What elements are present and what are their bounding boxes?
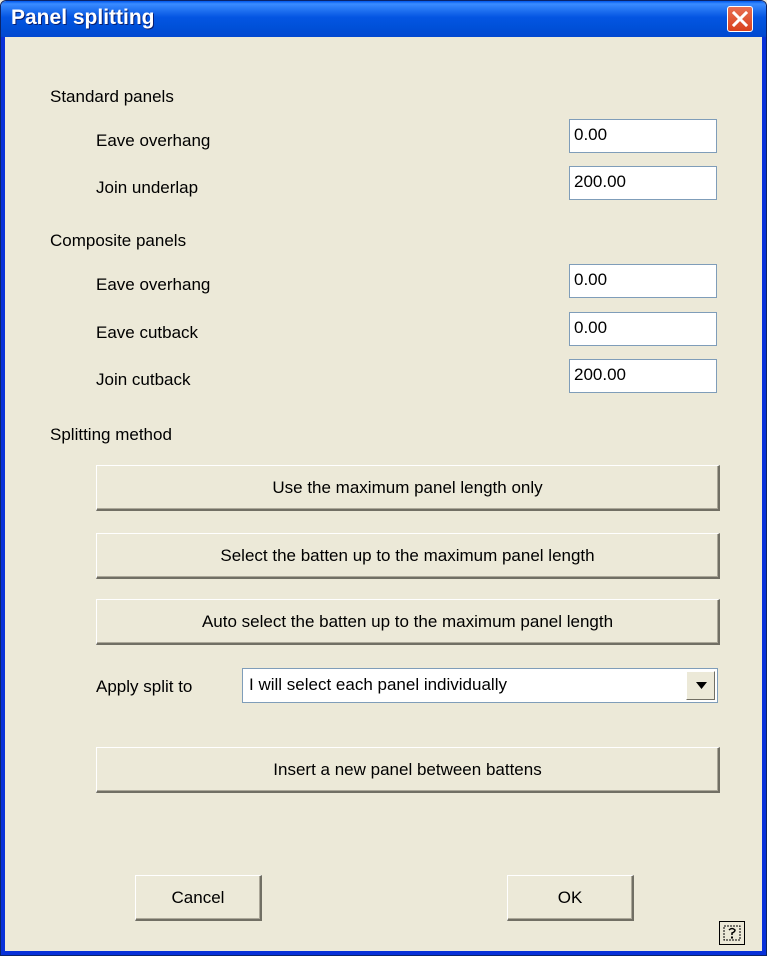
splitting-method-heading: Splitting method bbox=[50, 425, 172, 444]
help-icon bbox=[723, 925, 741, 941]
standard-eave-overhang-field[interactable]: 0.00 bbox=[569, 119, 717, 153]
composite-eave-cutback-field[interactable]: 0.00 bbox=[569, 312, 717, 346]
standard-join-underlap-label: Join underlap bbox=[96, 178, 199, 197]
title-bar[interactable]: Panel splitting bbox=[1, 1, 766, 37]
apply-split-label: Apply split to bbox=[96, 677, 193, 696]
composite-eave-overhang-field[interactable]: 0.00 bbox=[569, 264, 717, 298]
composite-panels-heading: Composite panels bbox=[50, 231, 187, 250]
composite-join-cutback-field[interactable]: 200.00 bbox=[569, 359, 717, 393]
standard-panels-heading: Standard panels bbox=[50, 87, 174, 106]
ok-button[interactable]: OK bbox=[507, 875, 634, 921]
window-frame-right bbox=[762, 37, 766, 955]
dropdown-button[interactable] bbox=[686, 671, 715, 700]
auto-select-batten-button[interactable]: Auto select the batten up to the maximum… bbox=[96, 599, 720, 645]
window-frame-bottom bbox=[1, 951, 766, 955]
composite-join-cutback-label: Join cutback bbox=[96, 370, 191, 389]
chevron-down-icon bbox=[696, 682, 707, 689]
apply-split-value: I will select each panel individually bbox=[249, 675, 507, 694]
help-button[interactable] bbox=[719, 921, 745, 945]
insert-panel-button[interactable]: Insert a new panel between battens bbox=[96, 747, 720, 793]
panel-splitting-dialog: Panel splitting Standard panels Eave ove… bbox=[0, 0, 767, 956]
composite-eave-overhang-label: Eave overhang bbox=[96, 275, 211, 294]
max-panel-length-button[interactable]: Use the maximum panel length only bbox=[96, 465, 720, 511]
standard-eave-overhang-label: Eave overhang bbox=[96, 131, 211, 150]
select-batten-button[interactable]: Select the batten up to the maximum pane… bbox=[96, 533, 720, 579]
composite-eave-cutback-label: Eave cutback bbox=[96, 323, 199, 342]
close-button[interactable] bbox=[727, 6, 753, 32]
apply-split-select[interactable]: I will select each panel individually bbox=[242, 668, 718, 703]
standard-join-underlap-field[interactable]: 200.00 bbox=[569, 166, 717, 200]
cancel-button[interactable]: Cancel bbox=[135, 875, 262, 921]
close-icon bbox=[732, 11, 748, 27]
window-frame-left bbox=[1, 37, 5, 955]
window-title: Panel splitting bbox=[11, 6, 155, 29]
